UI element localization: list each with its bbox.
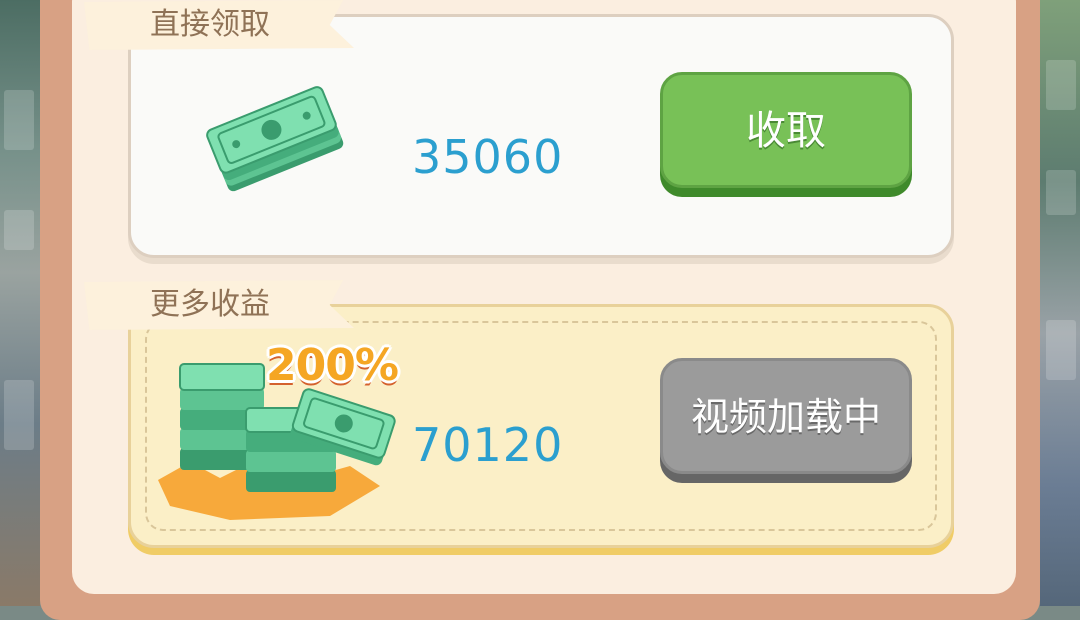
- game-scene-right: [1040, 0, 1080, 606]
- direct-collect-label: 直接领取: [84, 0, 354, 50]
- more-amount: 70120: [412, 418, 564, 472]
- video-loading-button[interactable]: 视频加载中: [660, 358, 912, 474]
- bonus-multiplier-badge: 200%: [266, 340, 399, 391]
- direct-amount: 35060: [412, 130, 564, 184]
- more-income-label: 更多收益: [84, 280, 354, 330]
- cash-bundle-icon: [206, 86, 344, 192]
- collect-button[interactable]: 收取: [660, 72, 912, 188]
- game-scene-left: [0, 0, 40, 606]
